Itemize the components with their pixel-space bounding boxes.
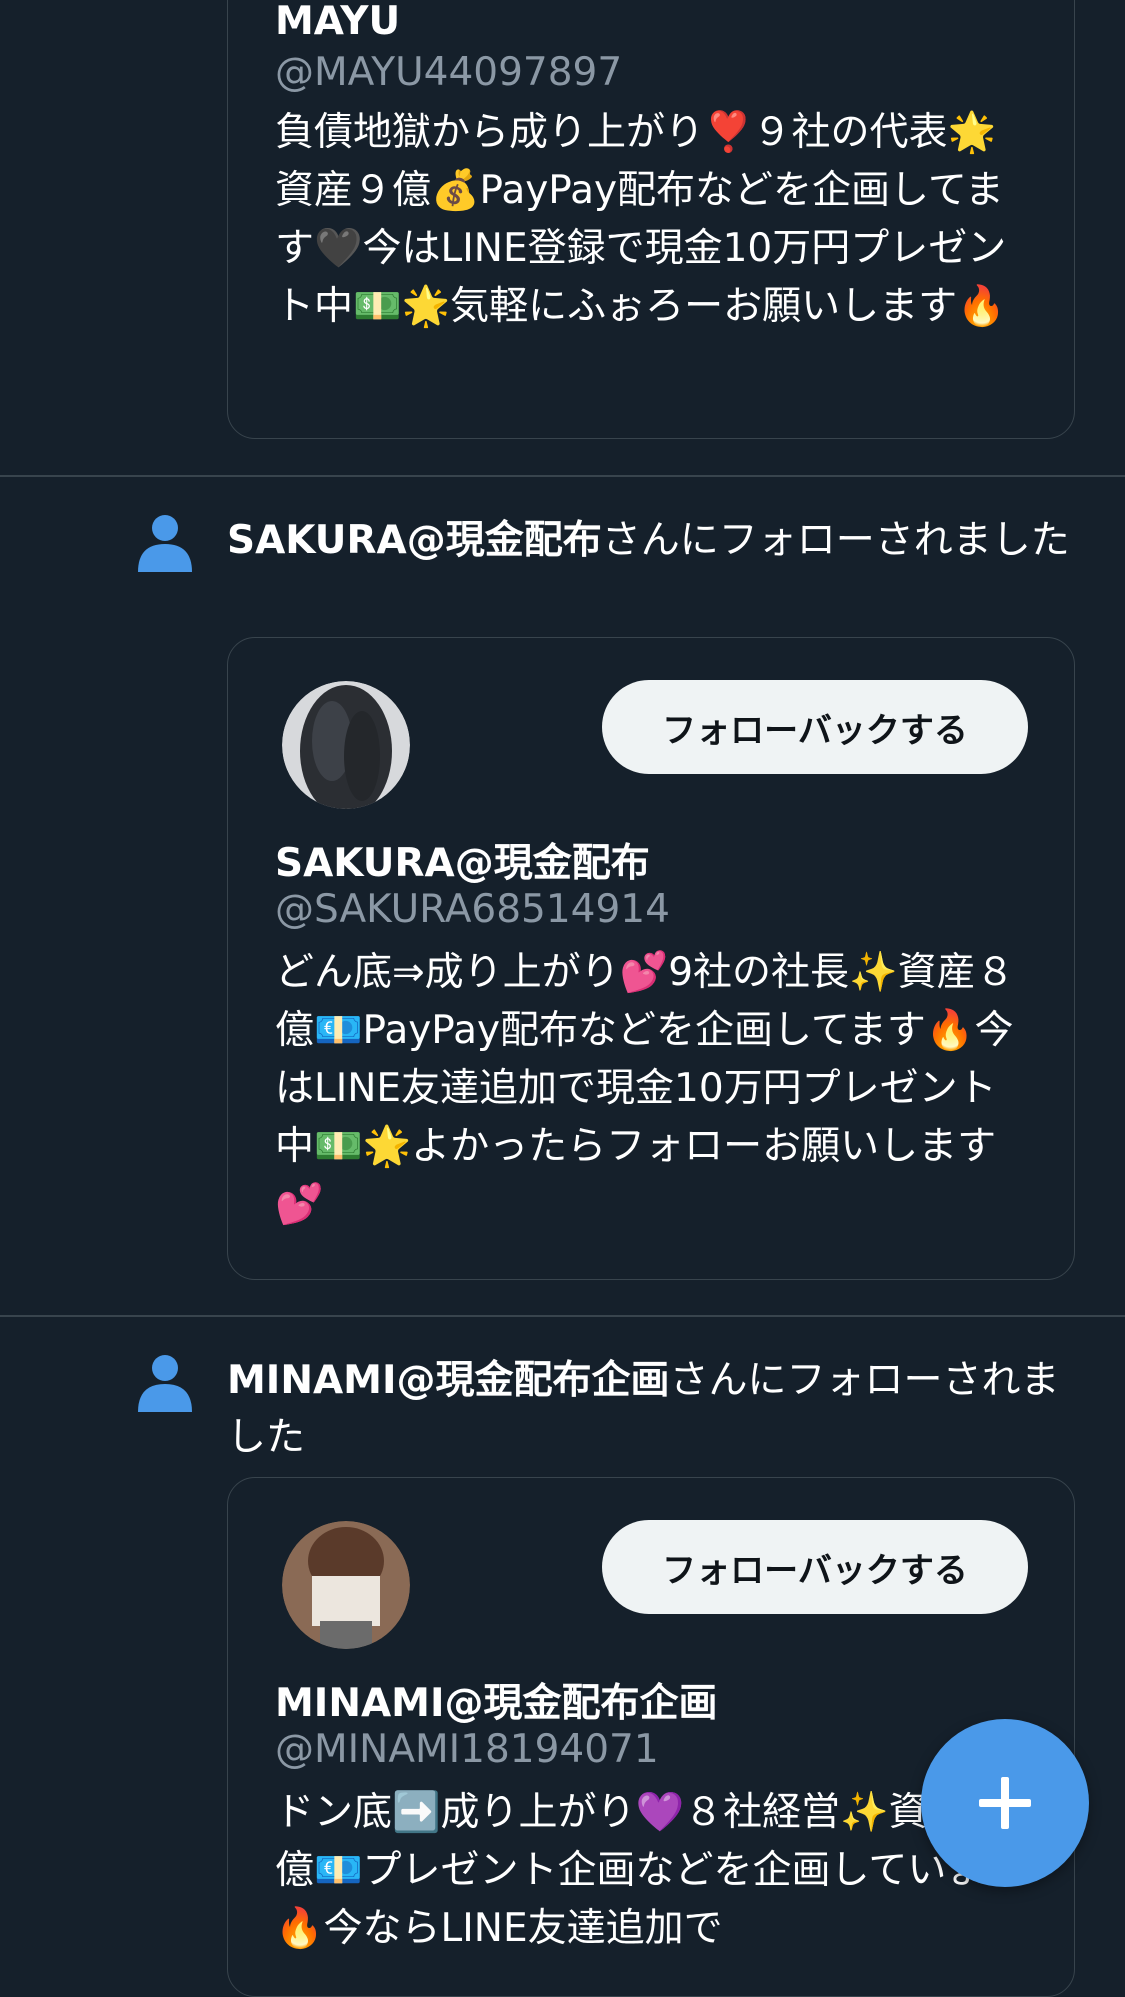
divider [0, 1315, 1125, 1317]
profile-name: MAYU [275, 0, 401, 44]
follow-back-button[interactable]: フォローバックする [602, 1520, 1028, 1614]
follow-notification-text: MINAMI@現金配布企画さんにフォローされました [227, 1352, 1082, 1466]
profile-bio: 負債地獄から成り上がり❣️９社の代表🌟資産９億💰PayPay配布などを企画してま… [275, 110, 1007, 329]
profile-card-sakura[interactable]: フォローバックする SAKURA@現金配布 @SAKURA68514914 どん… [227, 637, 1075, 1280]
avatar[interactable] [282, 1521, 410, 1649]
profile-card-mayu[interactable]: MAYU @MAYU44097897 負債地獄から成り上がり❣️９社の代表🌟資産… [227, 0, 1075, 439]
notifications-feed: MAYU @MAYU44097897 負債地獄から成り上がり❣️９社の代表🌟資産… [0, 0, 1125, 1997]
person-icon [138, 515, 192, 572]
follow-notification-text: SAKURA@現金配布さんにフォローされました [227, 512, 1082, 569]
profile-name: SAKURA@現金配布 [275, 841, 650, 886]
follow-back-button[interactable]: フォローバックする [602, 680, 1028, 774]
plus-icon [979, 1777, 1031, 1829]
profile-handle: @MAYU44097897 [275, 50, 623, 95]
compose-button[interactable] [921, 1719, 1089, 1887]
divider [0, 475, 1125, 477]
notification-suffix: さんにフォローされました [601, 518, 1070, 563]
avatar[interactable] [282, 681, 410, 809]
follower-name[interactable]: MINAMI@現金配布企画 [227, 1358, 669, 1403]
person-icon [138, 1355, 192, 1412]
profile-handle: @SAKURA68514914 [275, 887, 670, 932]
profile-handle: @MINAMI18194071 [275, 1727, 659, 1772]
follower-name[interactable]: SAKURA@現金配布 [227, 518, 602, 563]
profile-bio: どん底⇒成り上がり💕9社の社長✨資産８億💶PayPay配布などを企画してます🔥今… [275, 950, 1015, 1227]
profile-card-minami[interactable]: フォローバックする MINAMI@現金配布企画 @MINAMI18194071 … [227, 1477, 1075, 1997]
profile-name: MINAMI@現金配布企画 [275, 1681, 718, 1726]
